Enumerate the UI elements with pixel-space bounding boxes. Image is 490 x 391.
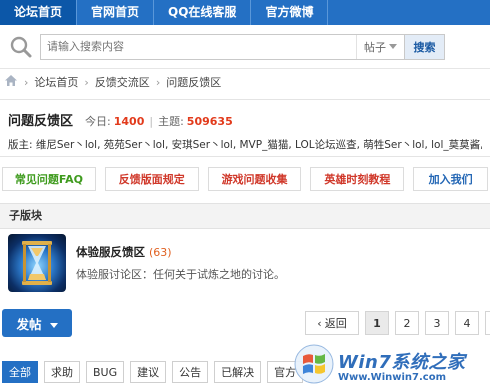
page-button-current[interactable]: 1 [365,311,389,335]
forum-rules-button[interactable]: 反馈版面规定 [104,167,199,191]
new-post-label: 发帖 [16,316,42,332]
breadcrumb: › 论坛首页 › 反馈交流区 › 问题反馈区 [0,69,490,95]
stats-divider: | [149,115,154,128]
breadcrumb-separator: › [24,75,29,89]
quick-buttons: 常见问题FAQ 反馈版面规定 游戏问题收集 英雄时刻教程 加入我们 [0,167,490,191]
page-button[interactable]: 3 [425,311,449,335]
new-post-button[interactable]: 发帖 [2,309,72,337]
today-count: 1400 [113,115,145,128]
chevron-down-icon [389,40,397,53]
filter-suggestion[interactable]: 建议 [130,361,167,383]
search-icon [6,32,36,62]
chevron-down-icon [49,316,58,331]
breadcrumb-feedback-area[interactable]: 反馈交流区 [95,74,150,90]
prev-page-button[interactable]: ‹ 返回 [305,311,359,335]
filter-help[interactable]: 求助 [44,361,80,383]
page-button[interactable]: 2 [395,311,419,335]
breadcrumb-issue-feedback[interactable]: 问题反馈区 [166,74,221,90]
topics-label: 主题: [158,115,184,128]
home-icon[interactable] [4,74,18,90]
faq-button[interactable]: 常见问题FAQ [2,167,96,191]
search-bar: 帖子 搜索 [0,25,490,69]
topics-count: 509635 [186,115,233,128]
nav-forum-home[interactable]: 论坛首页 [0,0,78,25]
today-label: 今日: [85,115,111,128]
forum-header: 问题反馈区 今日: 1400 | 主题: 509635 版主: 维尼Ser丶lo… [0,99,490,157]
subforum-name[interactable]: 体验服反馈区 [76,244,145,260]
pagination: ‹ 返回 1 2 3 4 5 [305,311,490,335]
filter-all[interactable]: 全部 [2,361,38,383]
subforum-row[interactable]: 体验服反馈区 (63) 体验服讨论区：任何关于试炼之地的讨论。 [0,229,490,297]
hourglass-icon [8,234,66,292]
chevron-left-icon: ‹ [317,316,322,330]
subforum-description: 体验服讨论区：任何关于试炼之地的讨论。 [76,268,285,281]
page-button[interactable]: 4 [455,311,479,335]
watermark: Win7系统之家 Www.Winwin7.com [294,343,484,387]
breadcrumb-separator: › [155,75,161,89]
page-button[interactable]: 5 [485,311,490,335]
prev-page-label: 返回 [324,317,347,330]
subforum-count: (63) [149,246,172,259]
filter-announcement[interactable]: 公告 [172,361,209,383]
windows-logo-icon [294,344,334,387]
watermark-text: Win7系统之家 Www.Winwin7.com [338,348,465,383]
breadcrumb-separator: › [84,75,89,89]
issue-collection-button[interactable]: 游戏问题收集 [207,167,302,191]
search-box: 帖子 [40,33,405,60]
search-input[interactable] [41,34,356,59]
moderator-list: 版主: 维尼Ser丶lol, 苑苑Ser丶lol, 安琪Ser丶lol, MVP… [8,139,482,151]
nav-official-weibo[interactable]: 官方微博 [251,0,329,25]
watermark-main: Win7系统之家 [338,351,466,373]
nav-qq-service[interactable]: QQ在线客服 [154,0,252,25]
breadcrumb-forum-home[interactable]: 论坛首页 [34,74,78,90]
action-bar: 发帖 ‹ 返回 1 2 3 4 5 [0,309,490,337]
subforum-header: 子版块 [0,203,490,229]
search-button[interactable]: 搜索 [405,33,445,60]
subforum-info: 体验服反馈区 (63) 体验服讨论区：任何关于试炼之地的讨论。 [76,244,285,282]
search-scope-label: 帖子 [364,40,386,54]
subforum-name-line: 体验服反馈区 (63) [76,244,285,260]
filter-resolved[interactable]: 已解决 [214,361,262,383]
filter-bug[interactable]: BUG [86,361,125,383]
top-nav: 论坛首页 官网首页 QQ在线客服 官方微博 [0,0,490,25]
search-scope-select[interactable]: 帖子 [356,34,404,59]
forum-stats: 问题反馈区 今日: 1400 | 主题: 509635 [8,110,482,129]
join-us-button[interactable]: 加入我们 [413,167,489,191]
filter-tabs: 全部 求助 BUG 建议 公告 已解决 官方 [0,361,304,383]
nav-official-home[interactable]: 官网首页 [77,0,155,25]
forum-title: 问题反馈区 [8,114,74,129]
hero-moment-tutorial-button[interactable]: 英雄时刻教程 [310,167,405,191]
